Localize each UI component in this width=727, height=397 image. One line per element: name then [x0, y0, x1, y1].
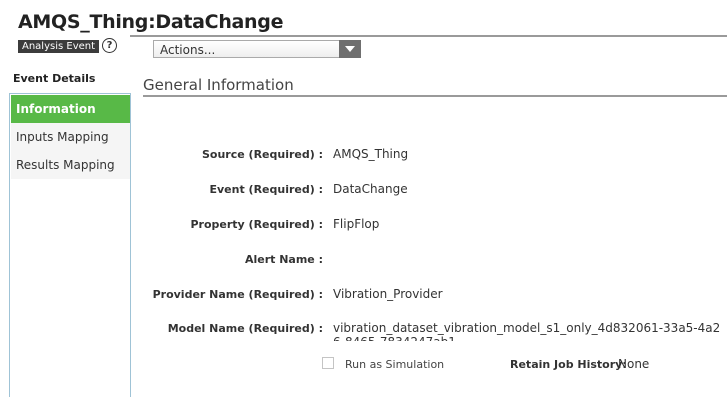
- provider-name-value: Vibration_Provider: [333, 287, 443, 301]
- section-divider: [143, 95, 727, 97]
- analysis-event-page: AMQS_Thing:DataChange Analysis Event ? A…: [0, 0, 727, 397]
- help-icon[interactable]: ?: [102, 38, 117, 53]
- sidebar-title: Event Details: [13, 72, 96, 85]
- sidebar-item-information[interactable]: Information: [11, 95, 130, 123]
- property-label: Property (Required) :: [190, 218, 323, 231]
- source-label: Source (Required) :: [202, 148, 323, 161]
- event-value: DataChange: [333, 182, 408, 196]
- actions-dropdown[interactable]: Actions...: [153, 40, 361, 58]
- run-as-simulation-label: Run as Simulation: [345, 358, 445, 371]
- analysis-event-badge: Analysis Event: [18, 40, 100, 53]
- retain-job-history-value: None: [618, 357, 650, 371]
- alert-name-label: Alert Name :: [244, 253, 323, 266]
- retain-job-history-label: Retain Job History:: [510, 358, 627, 371]
- section-title: General Information: [143, 76, 294, 94]
- actions-dropdown-label: Actions...: [160, 43, 216, 57]
- model-name-value: vibration_dataset_vibration_model_s1_onl…: [333, 321, 721, 341]
- event-label: Event (Required) :: [209, 183, 323, 196]
- provider-name-label: Provider Name (Required) :: [152, 288, 323, 301]
- run-as-simulation-checkbox[interactable]: [322, 357, 334, 369]
- sidebar-nav: Information Inputs Mapping Results Mappi…: [9, 93, 131, 397]
- sidebar-item-inputs-mapping[interactable]: Inputs Mapping: [11, 123, 130, 151]
- chevron-down-icon[interactable]: [339, 40, 361, 58]
- source-value: AMQS_Thing: [333, 147, 409, 161]
- model-name-value-container: vibration_dataset_vibration_model_s1_onl…: [333, 321, 727, 341]
- title-divider: [130, 35, 727, 37]
- sidebar-item-results-mapping[interactable]: Results Mapping: [11, 151, 130, 179]
- property-value: FlipFlop: [333, 217, 380, 231]
- page-title: AMQS_Thing:DataChange: [18, 11, 284, 33]
- model-name-label: Model Name (Required) :: [167, 322, 323, 335]
